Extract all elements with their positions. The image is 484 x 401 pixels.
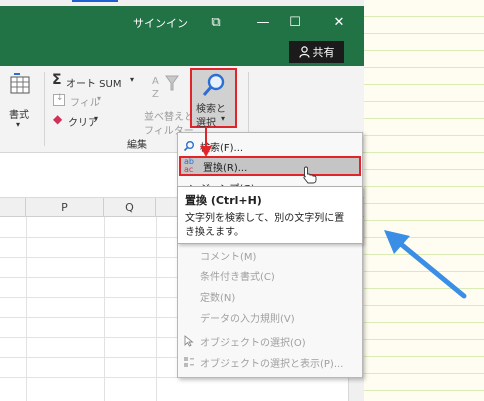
- menu-item-select-objects[interactable]: オブジェクトの選択(O): [178, 331, 362, 351]
- fill-button[interactable]: フィル: [70, 94, 100, 109]
- eraser-icon: ◆: [53, 112, 63, 126]
- replace-icon: ab ac: [184, 157, 194, 174]
- blue-arrow-annotation: [380, 226, 470, 302]
- menu-item-comments-label: コメント(M): [200, 251, 257, 263]
- selection-pane-icon: [178, 356, 200, 368]
- column-header-q[interactable]: Q: [104, 198, 156, 217]
- find-select-label-line1: 検索と: [196, 104, 226, 115]
- signin-link[interactable]: サインイン: [133, 15, 188, 31]
- magnifier-icon: [201, 72, 227, 98]
- autosum-icon: Σ: [52, 72, 62, 88]
- grid-line: [26, 217, 27, 401]
- share-button[interactable]: 共有: [289, 41, 344, 63]
- menu-item-replace-label: 置換(R)...: [203, 162, 248, 174]
- format-icon: [8, 72, 34, 98]
- tooltip-title: 置換 (Ctrl+H): [185, 194, 262, 207]
- pointer-icon: [178, 335, 200, 347]
- format-dropdown-arrow[interactable]: ▾: [16, 120, 20, 129]
- autosum-dropdown-arrow[interactable]: ▾: [130, 75, 134, 84]
- close-button[interactable]: ✕: [328, 12, 350, 32]
- find-select-label-line2: 選択: [196, 118, 216, 129]
- minimize-button[interactable]: —: [252, 12, 274, 32]
- find-select-menu: 検索(F)... abac 置換(R)... → ジャンプ(G)... コメント…: [177, 132, 363, 378]
- clear-dropdown-arrow[interactable]: ▾: [94, 114, 98, 123]
- group-divider: [44, 72, 45, 146]
- sort-filter-button-line1[interactable]: 並べ替えと: [144, 108, 194, 123]
- column-header-p[interactable]: P: [26, 198, 104, 217]
- menu-item-comments[interactable]: コメント(M): [178, 245, 362, 265]
- fill-icon: ↓: [53, 93, 65, 106]
- person-icon: [298, 46, 310, 58]
- mouse-cursor-icon: [301, 166, 317, 184]
- tooltip-body-line1: 文字列を検索して、別の文字列に置: [185, 213, 345, 224]
- svg-text:Z: Z: [152, 89, 159, 100]
- title-bar: サインイン ⧉ — ☐ ✕: [0, 6, 364, 38]
- ribbon-display-options-button[interactable]: ⧉: [205, 12, 227, 32]
- tooltip-body-line2: き換えます。: [185, 227, 244, 238]
- search-icon: [178, 140, 200, 152]
- menu-item-data-validation-label: データの入力規則(V): [200, 313, 295, 325]
- menu-item-data-validation[interactable]: データの入力規則(V): [178, 307, 362, 327]
- hyperlink-underline: [72, 0, 118, 2]
- menu-item-constants-label: 定数(N): [200, 292, 236, 304]
- find-select-dropdown-arrow: ▾: [221, 114, 226, 123]
- menu-item-conditional-format-label: 条件付き書式(C): [200, 271, 275, 283]
- column-header-blank: [0, 198, 26, 217]
- maximize-button[interactable]: ☐: [284, 12, 306, 32]
- sort-filter-icon: A Z: [150, 72, 180, 100]
- tab-bar: 共有: [0, 38, 364, 66]
- menu-item-replace[interactable]: ab ac 置換(R)...: [179, 156, 361, 176]
- red-arrow-annotation: [199, 128, 213, 158]
- editing-group-label: 編集: [127, 140, 147, 151]
- menu-item-select-objects-label: オブジェクトの選択(O): [200, 337, 306, 349]
- format-button[interactable]: 書式: [9, 106, 29, 121]
- share-label: 共有: [312, 46, 335, 59]
- grid-line: [104, 217, 105, 401]
- menu-item-selection-pane-label: オブジェクトの選択と表示(P)...: [200, 358, 344, 370]
- find-select-button[interactable]: 検索と 選択 ▾: [190, 68, 237, 129]
- replace-tooltip: 置換 (Ctrl+H) 文字列を検索して、別の文字列に置 き換えます。: [177, 186, 363, 244]
- svg-text:A: A: [152, 76, 159, 87]
- menu-item-conditional-format[interactable]: 条件付き書式(C): [178, 265, 362, 285]
- menu-item-selection-pane[interactable]: オブジェクトの選択と表示(P)...: [178, 352, 362, 372]
- menu-item-constants[interactable]: 定数(N): [178, 286, 362, 306]
- autosum-button[interactable]: オート SUM: [66, 75, 121, 90]
- grid-line: [156, 217, 157, 401]
- fill-dropdown-arrow[interactable]: ▾: [97, 94, 101, 103]
